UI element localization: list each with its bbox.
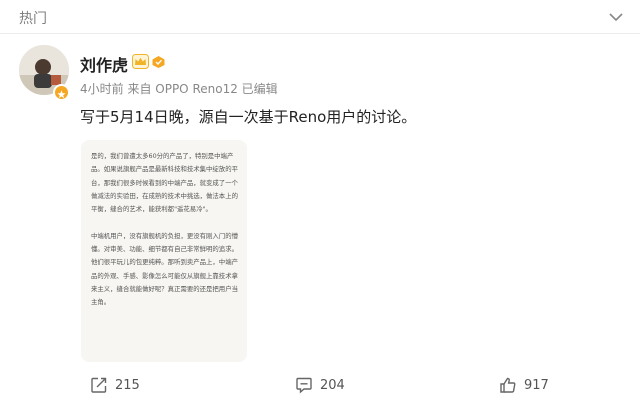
level-badge-icon xyxy=(152,56,165,68)
chevron-down-icon[interactable] xyxy=(609,12,623,22)
top-bar: 热门 xyxy=(0,0,640,34)
post-meta: 4小时前 来自 OPPO Reno12 已编辑 xyxy=(80,82,278,96)
action-bar: 215 204 917 xyxy=(0,370,640,400)
post-text: 写于5月14日晚，源自一次基于Reno用户的讨论。 xyxy=(80,108,417,126)
image-paragraph: 是的，我们曾遭太多60分的产品了，特别是中端产品。如果说旗舰产品是最新科技和技术… xyxy=(91,152,238,214)
verified-badge-icon xyxy=(53,84,70,101)
like-count: 917 xyxy=(524,377,549,393)
like-button[interactable]: 917 xyxy=(499,374,549,396)
comment-icon xyxy=(296,377,312,394)
repost-button[interactable]: 215 xyxy=(90,374,140,396)
image-paragraph: 中端机用户，没有旗舰机的负担，更没有刚入门的懵懂。对审美、功能、细节都有自己非常… xyxy=(91,231,238,307)
image-text: 是的，我们曾遭太多60分的产品了，特别是中端产品。如果说旗舰产品是最新科技和技术… xyxy=(91,150,239,310)
repost-count: 215 xyxy=(115,377,140,393)
section-title: 热门 xyxy=(19,11,47,27)
header-divider xyxy=(0,33,640,34)
repost-icon xyxy=(91,377,107,393)
thumbs-up-icon xyxy=(500,377,516,393)
crown-badge-icon xyxy=(132,54,149,69)
comment-button[interactable]: 204 xyxy=(295,374,345,396)
author-name[interactable]: 刘作虎 xyxy=(80,52,128,76)
post-image[interactable]: 是的，我们曾遭太多60分的产品了，特别是中端产品。如果说旗舰产品是最新科技和技术… xyxy=(81,140,247,362)
comment-count: 204 xyxy=(320,377,345,393)
